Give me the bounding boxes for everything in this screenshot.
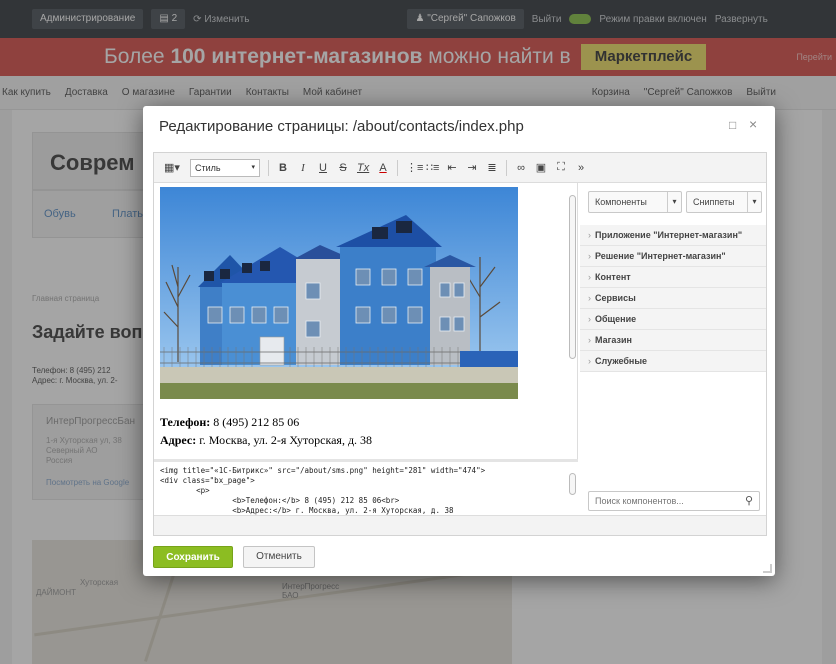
expand-arrow-icon: ›: [588, 230, 591, 240]
code-scrollbar[interactable]: [568, 465, 576, 515]
save-button[interactable]: Сохранить: [153, 546, 233, 568]
address-line: Адрес: г. Москва, ул. 2-я Хуторская, д. …: [160, 433, 373, 447]
source-code-area[interactable]: <img title="«1С-Битрикс»" src="/about/sm…: [154, 459, 578, 515]
maximize-icon[interactable]: □: [729, 118, 736, 132]
italic-button[interactable]: I: [297, 162, 309, 174]
close-icon[interactable]: ×: [749, 116, 757, 132]
indent-icon[interactable]: ⇥: [466, 161, 478, 174]
components-button[interactable]: Компоненты ▾: [588, 191, 682, 213]
fullscreen-icon[interactable]: ⛶: [555, 161, 567, 174]
unordered-list-icon[interactable]: ∷≡: [426, 161, 439, 174]
editor-toolbar: ▦▾ Стиль ▾ B I U S Tx A ⋮≡ ∷≡ ⇤ ⇥ ≣ ∞ ▣ ⛶…: [154, 153, 766, 183]
expand-arrow-icon: ›: [588, 251, 591, 261]
wysiwyg-area[interactable]: Телефон: 8 (495) 212 85 06 Адрес: г. Мос…: [154, 183, 578, 459]
expand-arrow-icon: ›: [588, 314, 591, 324]
tree-item-service[interactable]: › Служебные: [580, 351, 766, 372]
image-icon[interactable]: ▣: [535, 161, 547, 174]
search-icon[interactable]: ⚲: [745, 494, 753, 507]
component-search-input[interactable]: [589, 492, 735, 510]
edit-page-dialog: Редактирование страницы: /about/contacts…: [143, 106, 775, 576]
align-icon[interactable]: ≣: [486, 161, 498, 174]
underline-button[interactable]: U: [317, 162, 329, 174]
components-panel: Компоненты ▾ Сниппеты ▾ › Приложение "Интер…: [580, 183, 766, 515]
resize-handle[interactable]: [763, 564, 772, 573]
chevron-down-icon: ▾: [747, 192, 761, 212]
tree-item-services[interactable]: › Сервисы: [580, 288, 766, 309]
html-editor: ▦▾ Стиль ▾ B I U S Tx A ⋮≡ ∷≡ ⇤ ⇥ ≣ ∞ ▣ ⛶…: [153, 152, 767, 536]
scroll-thumb[interactable]: [569, 473, 576, 495]
editor-footer: [154, 515, 766, 535]
toolbar-divider: [397, 159, 398, 176]
dialog-title: Редактирование страницы: /about/contacts…: [159, 118, 524, 135]
link-icon[interactable]: ∞: [515, 162, 527, 174]
tree-item-content[interactable]: › Контент: [580, 267, 766, 288]
components-tree: › Приложение "Интернет-магазин" › Решение …: [580, 225, 766, 372]
chevron-down-icon: ▾: [251, 163, 255, 171]
component-search: ⚲: [588, 491, 760, 511]
tree-item-shop-solution[interactable]: › Решение "Интернет-магазин": [580, 246, 766, 267]
toolbar-divider: [506, 159, 507, 176]
expand-arrow-icon: ›: [588, 272, 591, 282]
remove-format-button[interactable]: Tx: [357, 162, 369, 174]
strikethrough-button[interactable]: S: [337, 162, 349, 174]
toolbar-divider: [268, 159, 269, 176]
cancel-button[interactable]: Отменить: [243, 546, 315, 568]
more-button[interactable]: »: [575, 162, 587, 174]
scroll-thumb[interactable]: [569, 195, 576, 359]
content-scrollbar[interactable]: [568, 185, 576, 455]
expand-arrow-icon: ›: [588, 335, 591, 345]
font-color-button[interactable]: A: [377, 162, 389, 174]
expand-arrow-icon: ›: [588, 293, 591, 303]
tree-item-shop-app[interactable]: › Приложение "Интернет-магазин": [580, 225, 766, 246]
chevron-down-icon: ▾: [667, 192, 681, 212]
tree-item-store[interactable]: › Магазин: [580, 330, 766, 351]
outdent-icon[interactable]: ⇤: [446, 161, 458, 174]
expand-arrow-icon: ›: [588, 356, 591, 366]
office-building-photo[interactable]: [160, 187, 518, 399]
snippets-button[interactable]: Сниппеты ▾: [686, 191, 762, 213]
tree-item-communication[interactable]: › Общение: [580, 309, 766, 330]
template-icon[interactable]: ▦▾: [162, 161, 182, 174]
style-select[interactable]: Стиль ▾: [190, 158, 260, 177]
bold-button[interactable]: B: [277, 162, 289, 174]
phone-line: Телефон: 8 (495) 212 85 06: [160, 415, 300, 429]
ordered-list-icon[interactable]: ⋮≡: [406, 161, 423, 174]
